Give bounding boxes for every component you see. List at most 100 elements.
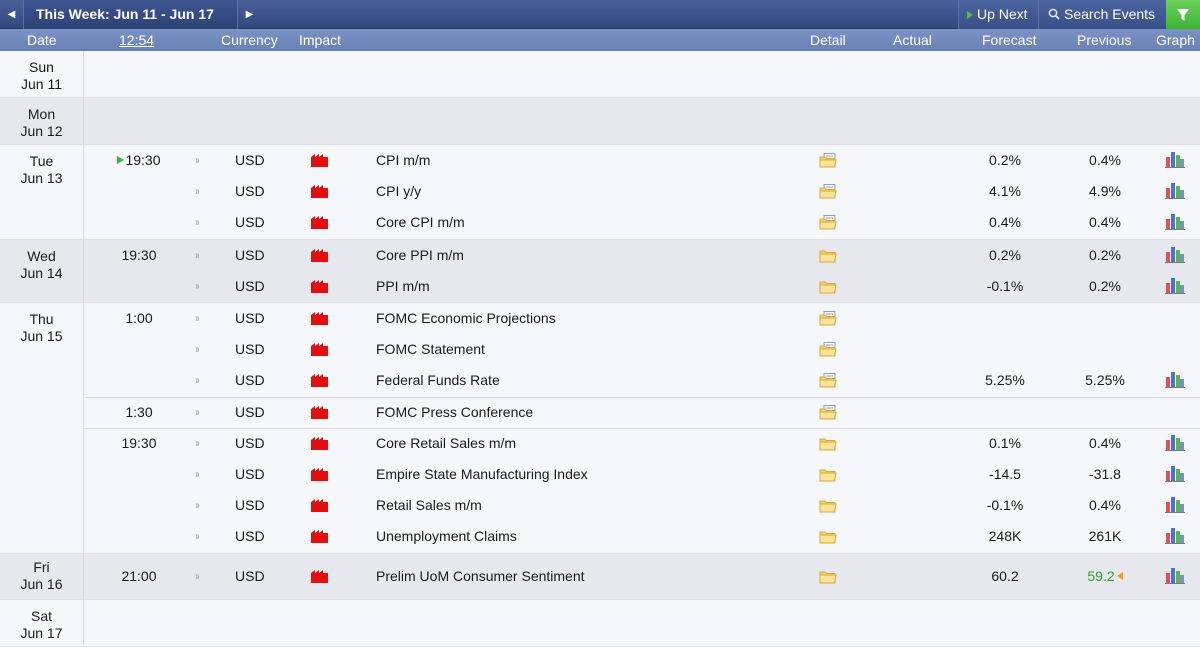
detail-folder-icon[interactable] [819,311,837,326]
graph-icon[interactable] [1165,277,1185,294]
event-title[interactable]: Unemployment Claims [376,528,517,544]
event-time-text: 19:30 [121,434,157,451]
sound-alert-icon[interactable]: » [195,184,199,198]
event-row[interactable]: 1:30 » USD FOMC Press Conference [85,397,1200,428]
graph-icon[interactable] [1165,246,1185,263]
next-week-button[interactable]: ▶ [237,0,261,29]
event-row[interactable]: » USD Empire State Manufacturing Index -14.… [85,459,1200,490]
detail-folder-icon[interactable] [819,248,837,263]
sound-alert-icon[interactable]: » [195,215,199,229]
sound-alert-icon[interactable]: » [195,405,199,419]
event-row[interactable]: 19:30 » USD Core PPI m/m 0.2% 0.2% [85,240,1200,271]
search-events-button[interactable]: Search Events [1038,0,1166,29]
event-row[interactable]: 19:30 » USD CPI m/m 0.2% 0.4% [85,145,1200,176]
event-row[interactable]: 19:30 » USD Core Retail Sales m/m 0.1% 0.4% [85,428,1200,459]
graph-icon[interactable] [1165,434,1185,451]
search-icon [1048,8,1060,20]
sound-alert-icon[interactable]: » [195,529,199,543]
high-impact-icon[interactable] [311,154,328,167]
sound-alert-icon[interactable]: » [195,569,199,583]
event-row[interactable]: 1:00 » USD FOMC Economic Projections [85,303,1200,334]
current-time-link[interactable]: 12:54 [119,32,154,48]
high-impact-icon[interactable] [311,436,328,450]
week-title[interactable]: This Week: Jun 11 - Jun 17 [24,0,237,29]
detail-folder-icon[interactable] [819,373,837,388]
event-row[interactable]: » USD Unemployment Claims 248K 261K [85,521,1200,552]
up-next-label: Up Next [977,6,1028,22]
event-row[interactable]: » USD Federal Funds Rate 5.25% 5.25% [85,365,1200,396]
high-impact-icon[interactable] [311,312,328,325]
event-title[interactable]: FOMC Press Conference [376,404,533,420]
detail-folder-icon[interactable] [819,467,837,482]
detail-folder-icon[interactable] [819,215,837,230]
high-impact-icon[interactable] [311,530,328,544]
high-impact-icon[interactable] [311,468,328,481]
high-impact-icon[interactable] [311,374,328,388]
high-impact-icon[interactable] [311,185,328,199]
sound-alert-icon[interactable]: » [195,342,199,356]
up-next-button[interactable]: Up Next [958,0,1038,29]
graph-icon[interactable] [1165,527,1185,545]
filter-button[interactable] [1166,0,1200,29]
sound-alert-icon[interactable]: » [195,436,199,450]
sound-alert-icon[interactable]: » [195,153,199,167]
event-row[interactable]: 21:00 » USD Prelim UoM Consumer Sentiment 60… [85,561,1200,592]
detail-folder-icon[interactable] [819,279,837,294]
sound-alert-icon[interactable]: » [195,279,199,293]
event-title[interactable]: Core PPI m/m [376,247,464,263]
graph-icon[interactable] [1165,182,1185,200]
graph-icon[interactable] [1165,567,1185,584]
event-currency: USD [235,567,265,584]
sound-alert-icon[interactable]: » [195,248,199,262]
event-title[interactable]: FOMC Statement [376,341,485,357]
graph-icon[interactable] [1165,465,1185,482]
graph-icon[interactable] [1165,151,1185,168]
detail-folder-icon[interactable] [819,342,837,357]
event-row[interactable]: » USD PPI m/m -0.1% 0.2% [85,271,1200,302]
high-impact-icon[interactable] [311,569,328,583]
sound-alert-icon[interactable]: » [195,373,199,387]
detail-folder-icon[interactable] [819,569,837,584]
event-forecast: 0.2% [989,246,1021,263]
event-row[interactable]: » USD CPI y/y 4.1% 4.9% [85,176,1200,207]
high-impact-icon[interactable] [311,343,328,357]
event-title[interactable]: FOMC Economic Projections [376,310,556,326]
event-title[interactable]: Empire State Manufacturing Index [376,466,588,482]
detail-folder-icon[interactable] [819,436,837,451]
graph-icon[interactable] [1165,213,1185,231]
sound-alert-icon[interactable]: » [195,467,199,481]
graph-icon[interactable] [1165,496,1185,514]
bar-chart-icon [1165,466,1185,482]
event-title[interactable]: Core CPI m/m [376,214,465,230]
detail-folder-icon[interactable] [819,529,837,544]
bar-chart-icon [1165,567,1185,584]
detail-folder-icon[interactable] [819,153,837,168]
event-time-text: 19:30 [125,152,161,168]
event-title[interactable]: Retail Sales m/m [376,497,482,513]
detail-folder-icon[interactable] [819,404,837,420]
high-impact-icon[interactable] [311,405,328,419]
event-title[interactable]: CPI m/m [376,152,430,168]
high-impact-icon[interactable] [311,216,328,230]
event-currency: USD [235,277,265,294]
graph-icon[interactable] [1165,371,1185,389]
event-row[interactable]: » USD Retail Sales m/m -0.1% 0.4% [85,490,1200,521]
high-impact-icon[interactable] [311,248,328,262]
high-impact-icon[interactable] [311,279,328,293]
event-title[interactable]: Core Retail Sales m/m [376,435,516,451]
previous-week-button[interactable]: ◀ [0,0,24,29]
high-impact-folder-icon [311,374,328,388]
event-row[interactable]: » USD Core CPI m/m 0.4% 0.4% [85,207,1200,238]
detail-folder-icon[interactable] [819,184,837,199]
detail-folder-icon[interactable] [819,498,837,513]
event-previous-value: 5.25% [1085,372,1125,389]
event-title[interactable]: Federal Funds Rate [376,372,500,388]
sound-alert-icon[interactable]: » [195,498,199,512]
event-forecast: -14.5 [989,466,1021,482]
high-impact-icon[interactable] [311,499,328,513]
sound-alert-icon[interactable]: » [195,311,199,325]
event-title[interactable]: CPI y/y [376,183,421,199]
event-title[interactable]: PPI m/m [376,278,430,294]
event-title[interactable]: Prelim UoM Consumer Sentiment [376,568,585,584]
event-row[interactable]: » USD FOMC Statement [85,334,1200,365]
